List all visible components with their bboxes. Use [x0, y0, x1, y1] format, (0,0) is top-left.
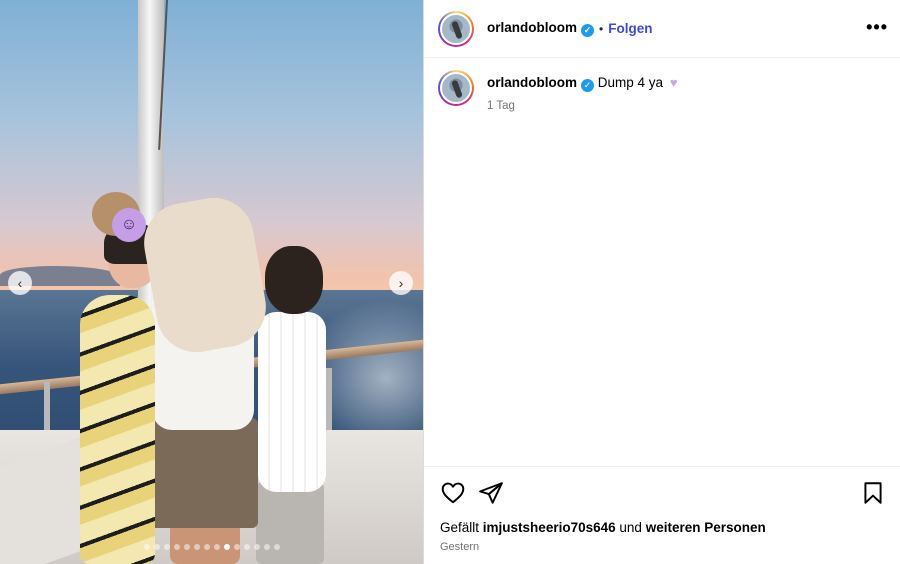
verified-badge-icon: ✓ — [581, 24, 594, 37]
caption-line: orlandobloom ✓ Dump 4 ya ♥ — [487, 75, 678, 92]
carousel-dot — [173, 544, 180, 550]
person-boy-pants — [256, 482, 324, 564]
person-woman-dress — [80, 295, 155, 564]
action-bar — [440, 480, 886, 506]
carousel-indicator — [0, 544, 423, 550]
carousel-dot — [213, 544, 220, 550]
person-man-shorts — [148, 418, 258, 528]
post-info-panel: orlandobloom ✓ • Folgen ••• orlandobloom ✓… — [424, 0, 900, 564]
header-username[interactable]: orlandobloom ✓ — [487, 20, 594, 37]
header-separator: • — [599, 21, 604, 36]
carousel-dot — [233, 544, 240, 550]
caption-username[interactable]: orlandobloom — [487, 75, 577, 90]
carousel-dot — [203, 544, 210, 550]
carousel-dot — [163, 544, 170, 550]
carousel-dot — [183, 544, 190, 550]
bookmark-icon[interactable] — [860, 480, 886, 506]
caption: orlandobloom ✓ Dump 4 ya ♥ 1 Tag — [438, 70, 678, 112]
carousel-dot — [153, 544, 160, 550]
likes-user-link[interactable]: imjustsheerio70s646 — [483, 520, 616, 535]
carousel-dot — [243, 544, 250, 550]
avatar-image — [440, 72, 472, 104]
carousel-prev-button[interactable]: ‹ — [8, 271, 32, 295]
post-header: orlandobloom ✓ • Folgen ••• — [424, 0, 900, 58]
more-options-icon[interactable]: ••• — [866, 17, 888, 38]
post-dialog: ☺ ‹ › orlandobloom ✓ • Folgen ••• orlando… — [0, 0, 900, 564]
caption-text: Dump 4 ya — [597, 75, 664, 90]
actions-divider — [424, 466, 900, 467]
carousel-dot-active — [223, 544, 230, 550]
purple-heart-emoji: ♥ — [669, 75, 678, 90]
likes-summary: Gefällt imjustsheerio70s646 und weiteren… — [440, 520, 766, 535]
carousel-dot — [273, 544, 280, 550]
heart-outline-icon[interactable] — [440, 480, 466, 506]
caption-timestamp[interactable]: 1 Tag — [487, 100, 678, 112]
likes-middle: und — [619, 520, 642, 535]
likes-others-link[interactable]: weiteren Personen — [646, 520, 766, 535]
carousel-dot — [263, 544, 270, 550]
header-username-text[interactable]: orlandobloom — [487, 20, 577, 35]
paper-plane-icon[interactable] — [478, 480, 504, 506]
carousel-next-button[interactable]: › — [389, 271, 413, 295]
caption-body: orlandobloom ✓ Dump 4 ya ♥ 1 Tag — [487, 75, 678, 112]
face-cover-emoji: ☺ — [112, 208, 146, 242]
verified-badge-icon: ✓ — [581, 79, 594, 92]
avatar[interactable] — [438, 10, 474, 47]
likes-prefix: Gefällt — [440, 520, 480, 535]
carousel-dot — [253, 544, 260, 550]
person-boy-head — [265, 246, 323, 314]
follow-button[interactable]: Folgen — [608, 21, 652, 36]
carousel-dot — [143, 544, 150, 550]
person-boy-shirt — [258, 312, 326, 492]
carousel-dot — [193, 544, 200, 550]
post-media[interactable]: ☺ ‹ › — [0, 0, 423, 564]
post-date: Gestern — [440, 541, 480, 553]
caption-avatar[interactable] — [438, 70, 474, 106]
avatar-image — [440, 12, 472, 45]
